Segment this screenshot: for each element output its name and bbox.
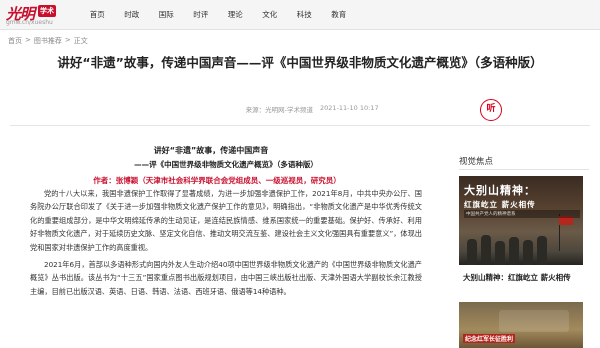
article-meta: 来源：光明网-学术频道 2021-11-10 10:17 xyxy=(0,104,600,118)
listen-audio-button[interactable]: 听 xyxy=(480,99,502,121)
article-paragraph: 党的十八大以来，我国非遗保护工作取得了显著成绩，为进一步加强非遗保护工作，202… xyxy=(30,189,422,252)
nav-item-education[interactable]: 教育 xyxy=(322,0,357,30)
soldier-figure xyxy=(481,235,491,265)
page-title: 讲好“非遗”故事，传递中国声音——评《中国世界级非物质文化遗产概览》（多语种版） xyxy=(57,55,543,70)
breadcrumb: 首页 > 图书推荐 > 正文 xyxy=(8,36,88,46)
visual-focus-image-2[interactable]: 纪念红军长征胜利 xyxy=(459,302,583,348)
nav-item-home[interactable]: 首页 xyxy=(80,0,115,30)
sidebar-divider xyxy=(459,169,589,170)
article-paragraph: 2021年6月，首部以多语种形式向国内外友人生动介绍40项中国世界级非物质文化遗… xyxy=(30,260,422,296)
image-headline: 大别山精神： xyxy=(464,184,536,197)
article-body: 讲好“非遗”故事，传递中国声音 ——评《中国世界级非物质文化遗产概览》（多语种版… xyxy=(30,145,422,298)
breadcrumb-separator: > xyxy=(64,36,71,44)
image-note: 中国共产党人的精神谱系 xyxy=(464,210,580,218)
image-subline: 红旗屹立 薪火相传 xyxy=(464,200,536,209)
sidebar-title: 视觉焦点 xyxy=(459,157,494,167)
photo-ground xyxy=(459,251,583,265)
nav-item-culture[interactable]: 文化 xyxy=(253,0,288,30)
nav-item-politics[interactable]: 时政 xyxy=(115,0,150,30)
nav-item-tech[interactable]: 科技 xyxy=(287,0,322,30)
article-time: 2021-11-10 10:17 xyxy=(320,104,379,112)
photo-detail xyxy=(499,310,569,332)
site-logo[interactable]: 光明 学术 gmw.cn/xueshu xyxy=(6,3,66,27)
logo-badge: 学术 xyxy=(38,5,56,17)
soldier-figure xyxy=(537,236,547,265)
soldier-figure xyxy=(467,239,477,265)
nav-item-international[interactable]: 国际 xyxy=(149,0,184,30)
logo-url: gmw.cn/xueshu xyxy=(6,19,53,26)
top-nav: 光明 学术 gmw.cn/xueshu 首页 时政 国际 时评 理论 文化 科技… xyxy=(0,0,600,30)
breadcrumb-separator: > xyxy=(25,36,31,44)
soldier-figure xyxy=(495,241,505,265)
listen-label: 听 xyxy=(486,104,496,114)
soldier-figure xyxy=(509,237,519,265)
image-label: 纪念红军长征胜利 xyxy=(463,334,516,343)
article-subheading: ——评《中国世界级非物质文化遗产概览》（多语种版） xyxy=(134,160,318,169)
breadcrumb-book-recommend[interactable]: 图书推荐 xyxy=(34,36,62,46)
soldier-figure xyxy=(523,240,533,265)
nav-menu: 首页 时政 国际 时评 理论 文化 科技 教育 xyxy=(80,0,356,30)
breadcrumb-current: 正文 xyxy=(73,37,88,45)
breadcrumb-home[interactable]: 首页 xyxy=(8,36,22,46)
visual-focus-image-1[interactable]: 大别山精神： 红旗屹立 薪火相传 中国共产党人的精神谱系 xyxy=(459,176,583,265)
nav-item-commentary[interactable]: 时评 xyxy=(184,0,219,30)
article-author: 作者：张博颖（天津市社会科学界联合会党组成员、一级巡视员，研究员） xyxy=(93,176,341,185)
nav-item-theory[interactable]: 理论 xyxy=(218,0,253,30)
article-source: 来源：光明网-学术频道 xyxy=(245,106,313,114)
divider xyxy=(10,125,590,126)
visual-focus-caption-1[interactable]: 大别山精神：红旗屹立 薪火相传 xyxy=(463,272,571,283)
article-heading: 讲好“非遗”故事，传递中国声音 xyxy=(153,146,269,155)
